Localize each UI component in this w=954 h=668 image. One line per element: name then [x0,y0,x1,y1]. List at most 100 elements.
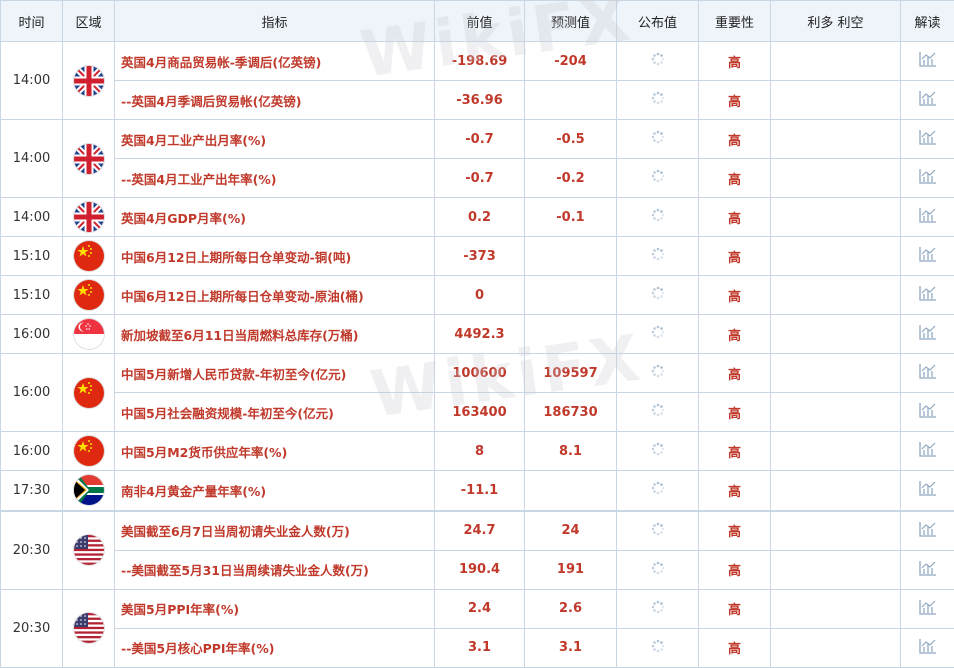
row-indicator[interactable]: 英国4月工业产出月率(%) [115,120,435,159]
row-region [63,237,115,276]
row-actual [617,393,699,432]
row-analysis[interactable] [901,81,954,120]
loading-spinner-icon [650,51,666,71]
row-analysis[interactable] [901,471,954,511]
row-time: 20:30 [1,589,63,667]
row-time: 17:30 [1,471,63,511]
chart-analysis-icon[interactable] [918,284,938,306]
row-indicator[interactable]: 美国5月PPI年率(%) [115,589,435,628]
row-analysis[interactable] [901,120,954,159]
row-forecast: 2.6 [525,589,617,628]
row-indicator[interactable]: 南非4月黄金产量年率(%) [115,471,435,511]
chart-analysis-icon[interactable] [918,89,938,111]
row-actual [617,81,699,120]
row-indicator[interactable]: --美国截至5月31日当周续请失业金人数(万) [115,550,435,589]
header-actual: 公布值 [617,1,699,42]
row-analysis[interactable] [901,237,954,276]
chart-analysis-icon[interactable] [918,598,938,620]
row-analysis[interactable] [901,393,954,432]
row-analysis[interactable] [901,198,954,237]
row-analysis[interactable] [901,628,954,667]
row-indicator[interactable]: 新加坡截至6月11日当周燃料总库存(万桶) [115,315,435,354]
row-time: 16:00 [1,315,63,354]
row-forecast [525,276,617,315]
table-row: 16:00中国5月M2货币供应年率(%)88.1高 [1,432,954,471]
chart-analysis-icon[interactable] [918,128,938,150]
row-time: 16:00 [1,432,63,471]
loading-spinner-icon [650,285,666,305]
row-analysis[interactable] [901,550,954,589]
row-analysis[interactable] [901,432,954,471]
row-impact [771,315,901,354]
row-impact [771,237,901,276]
row-analysis[interactable] [901,42,954,81]
row-time: 14:00 [1,120,63,198]
row-time: 15:10 [1,237,63,276]
chart-analysis-icon[interactable] [918,479,938,501]
chart-analysis-icon[interactable] [918,440,938,462]
row-previous: -373 [435,237,525,276]
row-indicator[interactable]: 中国6月12日上期所每日仓单变动-原油(桶) [115,276,435,315]
row-analysis[interactable] [901,511,954,551]
row-analysis[interactable] [901,589,954,628]
chart-analysis-icon[interactable] [918,206,938,228]
row-actual [617,42,699,81]
chart-analysis-icon[interactable] [918,50,938,72]
row-actual [617,432,699,471]
row-forecast: -0.5 [525,120,617,159]
row-impact [771,81,901,120]
row-indicator[interactable]: 中国5月社会融资规模-年初至今(亿元) [115,393,435,432]
row-impact [771,550,901,589]
row-time: 15:10 [1,276,63,315]
row-indicator[interactable]: --美国5月核心PPI年率(%) [115,628,435,667]
chart-analysis-icon[interactable] [918,559,938,581]
row-analysis[interactable] [901,276,954,315]
header-forecast: 预测值 [525,1,617,42]
china-flag-icon [74,241,104,271]
header-analysis: 解读 [901,1,954,42]
row-forecast [525,471,617,511]
row-indicator[interactable]: 英国4月GDP月率(%) [115,198,435,237]
chart-analysis-icon[interactable] [918,401,938,423]
table-row: 17:30南非4月黄金产量年率(%)-11.1高 [1,471,954,511]
row-impact [771,159,901,198]
row-indicator[interactable]: 中国5月M2货币供应年率(%) [115,432,435,471]
chart-analysis-icon[interactable] [918,245,938,267]
loading-spinner-icon [650,441,666,461]
chart-analysis-icon[interactable] [918,362,938,384]
row-indicator[interactable]: 英国4月商品贸易帐-季调后(亿英镑) [115,42,435,81]
economic-calendar-table: 时间 区域 指标 前值 预测值 公布值 重要性 利多 利空 解读 14:00英国… [0,0,954,668]
table-row: 14:00英国4月GDP月率(%)0.2-0.1高 [1,198,954,237]
table-row: 16:00新加坡截至6月11日当周燃料总库存(万桶)4492.3高 [1,315,954,354]
row-impact [771,354,901,393]
row-indicator[interactable]: 中国5月新增人民币贷款-年初至今(亿元) [115,354,435,393]
row-importance: 高 [699,198,771,237]
row-region [63,589,115,667]
row-indicator[interactable]: 中国6月12日上期所每日仓单变动-铜(吨) [115,237,435,276]
row-time: 20:30 [1,511,63,590]
uk-flag-icon [74,202,104,232]
row-importance: 高 [699,42,771,81]
chart-analysis-icon[interactable] [918,520,938,542]
row-actual [617,471,699,511]
row-analysis[interactable] [901,159,954,198]
loading-spinner-icon [650,168,666,188]
chart-analysis-icon[interactable] [918,637,938,659]
row-indicator[interactable]: 美国截至6月7日当周初请失业金人数(万) [115,511,435,551]
uk-flag-icon [74,144,104,174]
row-analysis[interactable] [901,354,954,393]
row-impact [771,120,901,159]
header-time: 时间 [1,1,63,42]
row-importance: 高 [699,159,771,198]
row-analysis[interactable] [901,315,954,354]
chart-analysis-icon[interactable] [918,167,938,189]
row-indicator[interactable]: --英国4月工业产出年率(%) [115,159,435,198]
row-forecast: 3.1 [525,628,617,667]
row-region [63,120,115,198]
row-indicator[interactable]: --英国4月季调后贸易帐(亿英镑) [115,81,435,120]
chart-analysis-icon[interactable] [918,323,938,345]
china-flag-icon [74,280,104,310]
row-actual [617,589,699,628]
row-forecast: -204 [525,42,617,81]
table-row: 15:10中国6月12日上期所每日仓单变动-铜(吨)-373高 [1,237,954,276]
